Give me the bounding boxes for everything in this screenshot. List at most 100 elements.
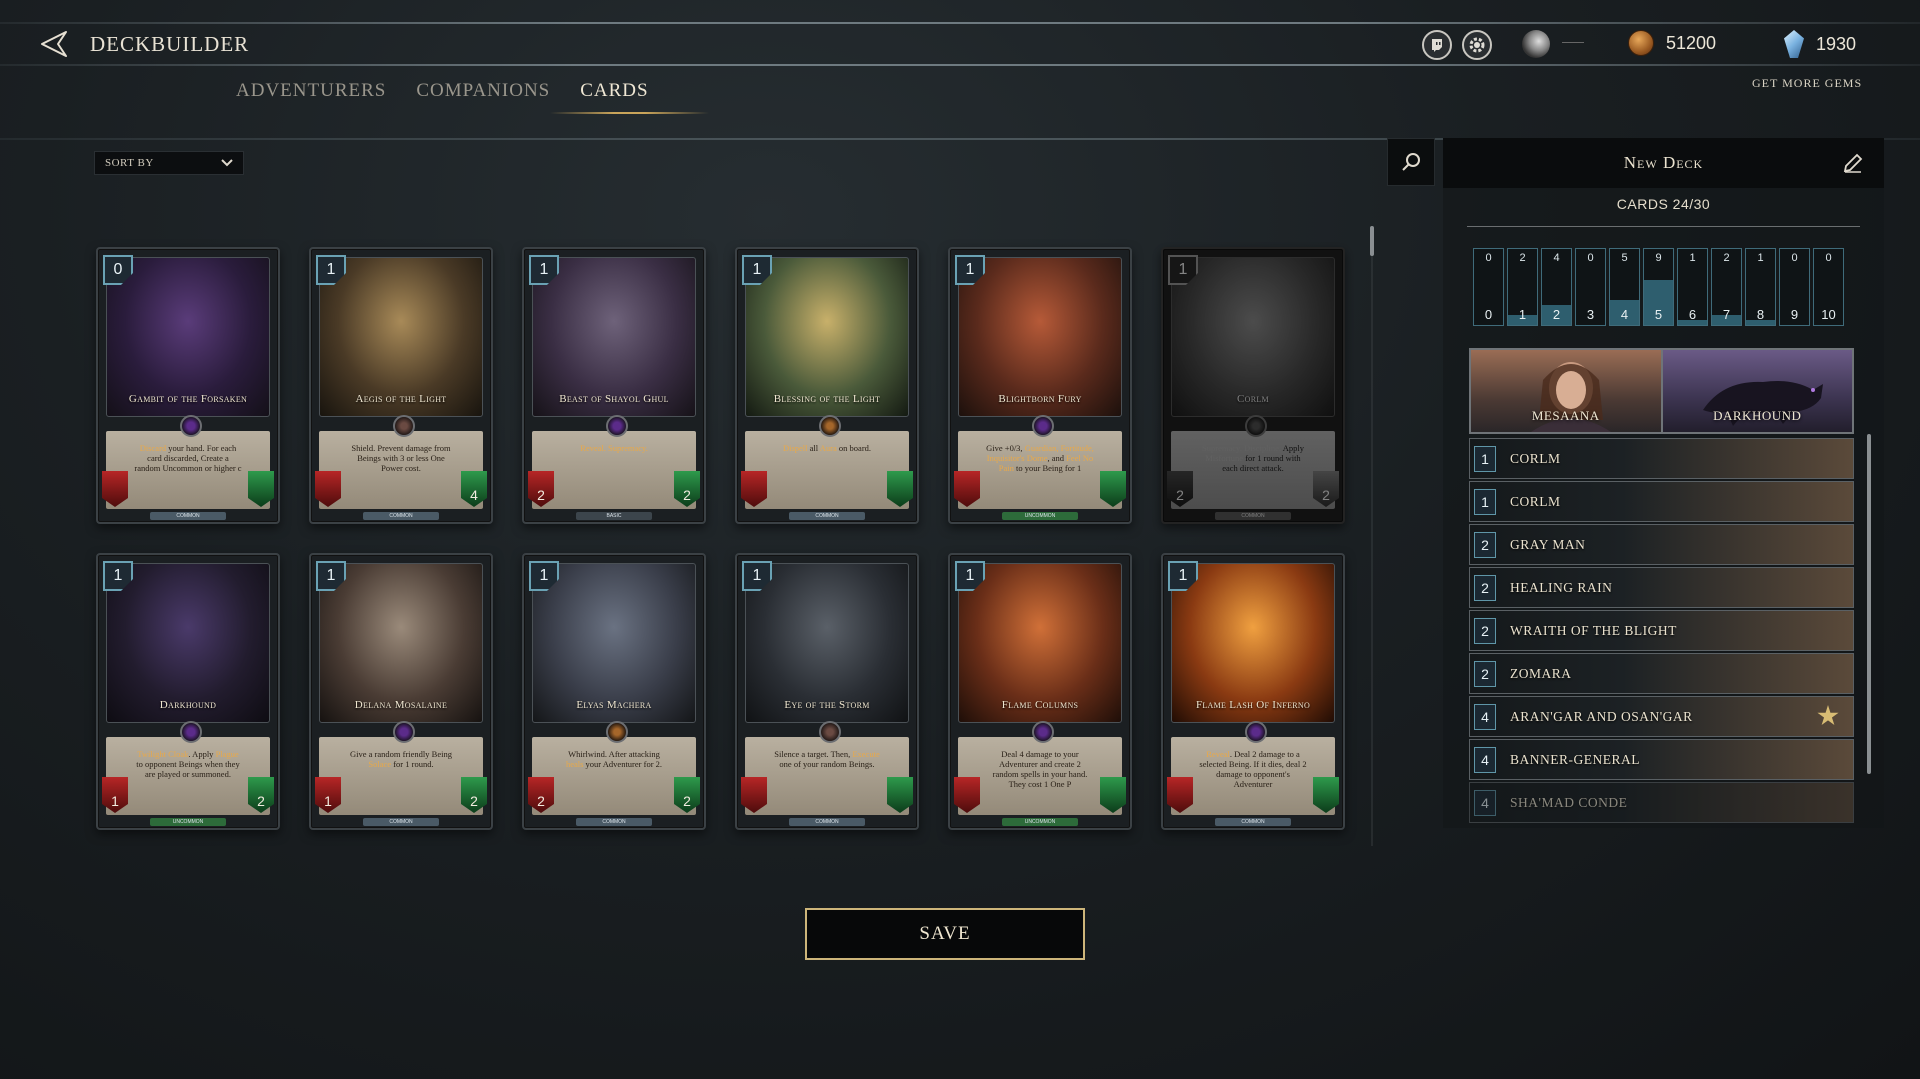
deck-list-item[interactable]: 1 CORLM xyxy=(1469,481,1854,522)
curve-bar[interactable]: 21 xyxy=(1507,248,1538,326)
deck-list-item[interactable]: 4 BANNER-GENERAL xyxy=(1469,739,1854,780)
tab-cards[interactable]: CARDS xyxy=(550,80,710,114)
sort-dropdown[interactable]: SORT BY xyxy=(94,151,244,175)
keyword: Plague xyxy=(215,749,239,759)
coin-balance: 51200 xyxy=(1628,30,1716,56)
curve-bar[interactable]: 95 xyxy=(1643,248,1674,326)
deck-item-cost: 1 xyxy=(1474,488,1496,515)
card-rarity: COMMON xyxy=(363,818,439,826)
collection-card[interactable]: 0 Gambit of the Forsaken Discard your hand… xyxy=(96,247,280,524)
collection-card[interactable]: 1 Elyas Machera Whirlwind. After attacking… xyxy=(522,553,706,830)
curve-cost-label: 7 xyxy=(1722,307,1731,322)
deck-list-item[interactable]: 2 ZOMARA xyxy=(1469,653,1854,694)
deck-count-divider xyxy=(1467,226,1860,227)
deck-heroes: MESAANA DARKHOUND xyxy=(1469,348,1854,434)
coin-icon xyxy=(1628,30,1654,56)
star-icon[interactable] xyxy=(1817,705,1839,726)
curve-count: 2 xyxy=(1723,252,1730,264)
tab-companions[interactable]: COMPANIONS xyxy=(416,80,550,102)
deck-list-item[interactable]: 2 HEALING RAIN xyxy=(1469,567,1854,608)
card-name: Elyas Machera xyxy=(576,699,652,711)
deck-item-name: ZOMARA xyxy=(1510,665,1572,681)
curve-bar[interactable]: 54 xyxy=(1609,248,1640,326)
card-description: Twilight Cloak. Apply Plague to opponent… xyxy=(134,749,242,779)
deck-item-cost: 2 xyxy=(1474,617,1496,644)
card-name: Blightborn Fury xyxy=(998,393,1082,405)
keyword: Reveal xyxy=(1206,749,1230,759)
collection-card[interactable]: 1 Corlm Supremacy. Discipline. Apply Misfo… xyxy=(1161,247,1345,524)
collection-card[interactable]: 1 Flame Lash Of Inferno Reveal. Deal 2 dam… xyxy=(1161,553,1345,830)
deck-item-name: GRAY MAN xyxy=(1510,536,1586,552)
deck-list-item[interactable]: 2 GRAY MAN xyxy=(1469,524,1854,565)
collection-card[interactable]: 1 Blightborn Fury Give +0/3, Guardian, For… xyxy=(948,247,1132,524)
deck-list-item[interactable]: 4 SHA'MAD CONDE xyxy=(1469,782,1854,823)
curve-bar[interactable]: 03 xyxy=(1575,248,1606,326)
card-rarity: COMMON xyxy=(363,512,439,520)
search-button[interactable] xyxy=(1387,138,1435,186)
collection-card[interactable]: 1 Blessing of the Light Dispell all Aura o… xyxy=(735,247,919,524)
collection-card[interactable]: 1 Beast of Shayol Ghul Reveal. Supremacy. 2… xyxy=(522,247,706,524)
curve-bar[interactable]: 42 xyxy=(1541,248,1572,326)
deck-list-scrollbar[interactable] xyxy=(1867,434,1871,774)
description-text: your Adventurer for 2. xyxy=(583,759,663,769)
description-text: . Apply xyxy=(188,749,216,759)
deck-list-item[interactable]: 2 WRAITH OF THE BLIGHT xyxy=(1469,610,1854,651)
curve-cost-label: 3 xyxy=(1586,307,1595,322)
curve-count: 0 xyxy=(1587,252,1594,264)
card-description: Whirlwind. After attacking heals your Ad… xyxy=(560,749,668,769)
back-arrow-icon[interactable] xyxy=(38,28,70,60)
description-text: on board. xyxy=(836,443,872,453)
hero-slot-adventurer[interactable]: MESAANA xyxy=(1471,350,1663,432)
tab-adventurers[interactable]: ADVENTURERS xyxy=(236,80,386,102)
card-name: Blessing of the Light xyxy=(773,393,881,405)
collection-card[interactable]: 1 Eye of the Storm Silence a target. Then,… xyxy=(735,553,919,830)
moon-icon[interactable] xyxy=(1522,30,1550,58)
curve-count: 0 xyxy=(1485,252,1492,264)
curve-bar[interactable]: 27 xyxy=(1711,248,1742,326)
card-faction-gem-icon xyxy=(180,415,202,437)
description-text: for 1 round. xyxy=(391,759,434,769)
deck-item-cost: 4 xyxy=(1474,703,1496,730)
card-description: Reveal. Deal 2 damage to a selected Bein… xyxy=(1199,749,1307,789)
curve-bar[interactable]: 09 xyxy=(1779,248,1810,326)
card-faction-gem-icon xyxy=(606,415,628,437)
card-grid-scrollbar[interactable] xyxy=(1370,226,1374,256)
sort-label: SORT BY xyxy=(105,157,154,169)
description-text: Silence a target. Then, xyxy=(774,749,853,759)
keyword: Execute xyxy=(852,749,880,759)
curve-bar[interactable]: 0 10 xyxy=(1813,248,1844,326)
deck-list-item[interactable]: 4 ARAN'GAR AND OSAN'GAR xyxy=(1469,696,1854,737)
curve-count: 4 xyxy=(1553,252,1560,264)
card-faction-gem-icon xyxy=(1245,721,1267,743)
curve-count: 5 xyxy=(1621,252,1628,264)
card-rarity: UNCOMMON xyxy=(150,818,226,826)
card-name: Gambit of the Forsaken xyxy=(128,393,248,405)
deck-card-count: CARDS 24/30 xyxy=(1616,196,1711,212)
curve-bar[interactable]: 00 xyxy=(1473,248,1504,326)
description-text: Apply xyxy=(1281,443,1304,453)
deck-item-name: CORLM xyxy=(1510,493,1561,509)
curve-bar[interactable]: 18 xyxy=(1745,248,1776,326)
hero-slot-companion[interactable]: DARKHOUND xyxy=(1662,350,1852,432)
card-rarity: COMMON xyxy=(789,512,865,520)
description-text: to opponent Beings when they are played … xyxy=(136,759,240,779)
curve-bar[interactable]: 16 xyxy=(1677,248,1708,326)
deck-list-item[interactable]: 1 CORLM xyxy=(1469,438,1854,479)
collection-card[interactable]: 1 Delana Mosalaine Give a random friendly … xyxy=(309,553,493,830)
twitch-icon[interactable] xyxy=(1422,30,1452,60)
collection-card[interactable]: 1 Darkhound Twilight Cloak. Apply Plague t… xyxy=(96,553,280,830)
keyword: Dispell xyxy=(782,443,808,453)
search-icon xyxy=(1402,153,1420,171)
save-button[interactable]: SAVE xyxy=(805,908,1085,960)
edit-pencil-icon[interactable] xyxy=(1842,152,1864,174)
collection-card[interactable]: 1 Aegis of the Light Shield. Prevent damag… xyxy=(309,247,493,524)
gem-balance[interactable]: 1930 xyxy=(1784,30,1856,58)
card-rarity: BASIC xyxy=(576,512,652,520)
description-text: one of your random Beings. xyxy=(779,759,875,769)
collection-card[interactable]: 1 Flame Columns Deal 4 damage to your Adve… xyxy=(948,553,1132,830)
settings-gear-icon[interactable] xyxy=(1462,30,1492,60)
get-more-gems-link[interactable]: GET MORE GEMS xyxy=(1752,76,1862,91)
curve-cost-label: 9 xyxy=(1790,307,1799,322)
header-rule xyxy=(0,64,1920,66)
card-description: Discard your hand. For each card discard… xyxy=(134,443,242,473)
